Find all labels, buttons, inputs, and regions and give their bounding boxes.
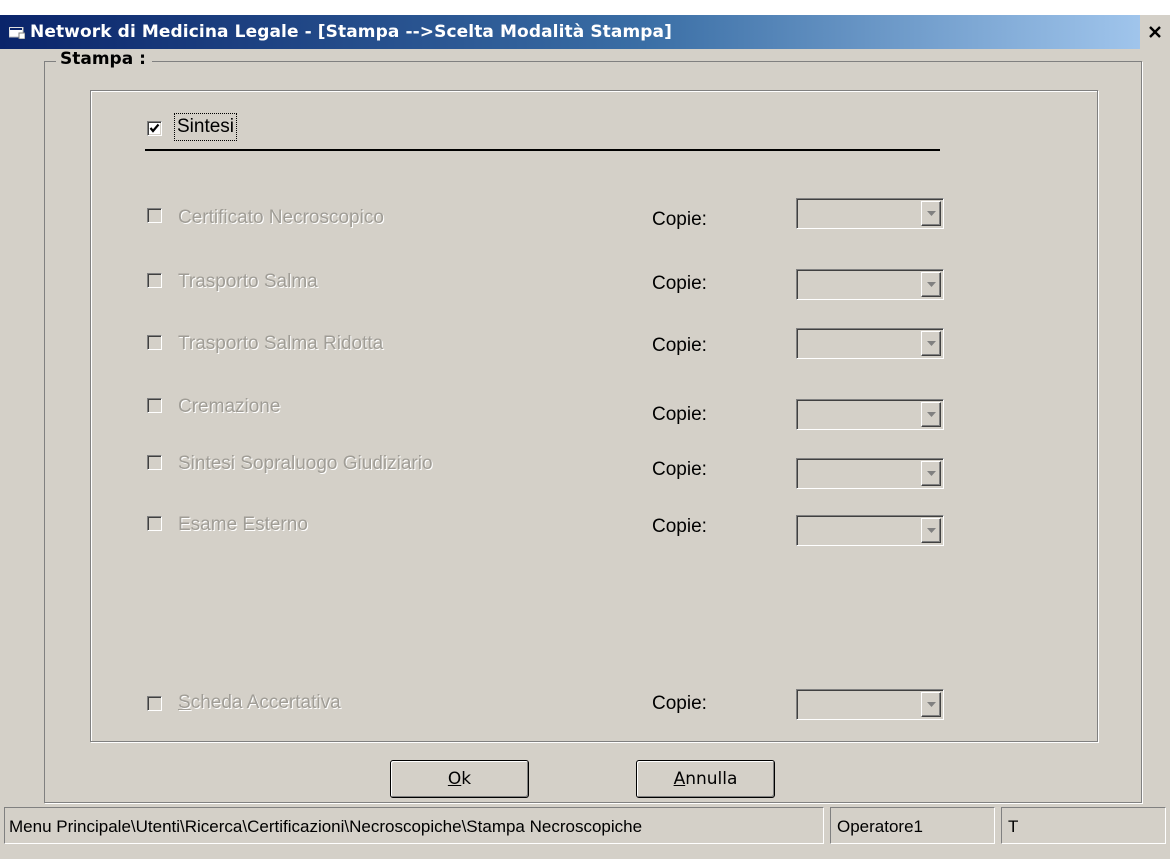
trasporto-salma-copie-select[interactable] — [796, 269, 944, 300]
cremazione-label: Cremazione — [178, 396, 281, 417]
status-user-panel: Operatore1 — [830, 807, 995, 844]
certificato-necroscopico-copie-select[interactable] — [796, 198, 944, 229]
cremazione-checkbox[interactable] — [147, 398, 162, 413]
copie-label: Copie: — [652, 335, 707, 356]
stampa-group-legend: Stampa : — [56, 49, 152, 69]
scheda-accertativa-label: Scheda Accertativa — [178, 692, 341, 714]
dropdown-button[interactable] — [921, 331, 941, 356]
ok-mnemonic: O — [447, 769, 462, 789]
certificato-necroscopico-label: Certificato Necroscopico — [178, 207, 384, 228]
dropdown-button[interactable] — [921, 402, 941, 427]
dropdown-arrow-icon — [927, 341, 936, 346]
sintesi-sopraluogo-giudiziario-label: Sintesi Sopraluogo Giudiziario — [178, 453, 433, 474]
ok-button[interactable]: Ok — [390, 760, 529, 798]
copie-label: Copie: — [652, 209, 707, 230]
sintesi-checkbox[interactable] — [147, 121, 162, 136]
sintesi-sopraluogo-copie-select[interactable] — [796, 458, 944, 489]
dropdown-arrow-icon — [927, 528, 936, 533]
esame-esterno-label: Esame Esterno — [178, 514, 308, 535]
sintesi-label[interactable]: Sintesi — [174, 113, 238, 141]
separator-line — [145, 149, 940, 151]
dropdown-button[interactable] — [921, 272, 941, 297]
scheda-accertativa-checkbox[interactable] — [147, 696, 162, 711]
dropdown-button[interactable] — [921, 461, 941, 486]
sintesi-label-text: Sintesi — [174, 113, 238, 141]
dropdown-arrow-icon — [927, 211, 936, 216]
esame-esterno-copie-select[interactable] — [796, 515, 944, 546]
title-bar[interactable]: Network di Medicina Legale - [Stampa -->… — [0, 15, 1170, 49]
close-icon — [1149, 26, 1161, 38]
annulla-button[interactable]: Annulla — [636, 760, 775, 798]
copie-label: Copie: — [652, 516, 707, 537]
copie-label: Copie: — [652, 693, 707, 714]
ok-rest: k — [461, 769, 472, 789]
copie-label: Copie: — [652, 273, 707, 294]
certificato-necroscopico-checkbox[interactable] — [147, 208, 162, 223]
cremazione-copie-select[interactable] — [796, 399, 944, 430]
window-title: Network di Medicina Legale - [Stampa -->… — [30, 22, 672, 42]
status-bar: Menu Principale\Utenti\Ricerca\Certifica… — [0, 807, 1170, 844]
trasporto-salma-checkbox[interactable] — [147, 273, 162, 288]
copie-label: Copie: — [652, 404, 707, 425]
trasporto-salma-ridotta-checkbox[interactable] — [147, 335, 162, 350]
checkmark-icon — [149, 123, 160, 133]
dropdown-button[interactable] — [921, 692, 941, 717]
trasporto-salma-ridotta-copie-select[interactable] — [796, 328, 944, 359]
trasporto-salma-ridotta-label: Trasporto Salma Ridotta — [178, 333, 384, 354]
annulla-rest: nnulla — [685, 769, 738, 789]
esame-esterno-checkbox[interactable] — [147, 516, 162, 531]
dropdown-arrow-icon — [927, 282, 936, 287]
trasporto-salma-label: Trasporto Salma — [178, 271, 318, 292]
dropdown-button[interactable] — [921, 201, 941, 226]
scheda-accertativa-copie-select[interactable] — [796, 689, 944, 720]
copie-label: Copie: — [652, 459, 707, 480]
sintesi-sopraluogo-giudiziario-checkbox[interactable] — [147, 455, 162, 470]
dropdown-arrow-icon — [927, 471, 936, 476]
dropdown-button[interactable] — [921, 518, 941, 543]
window-app-icon — [8, 26, 26, 40]
status-path-panel: Menu Principale\Utenti\Ricerca\Certifica… — [4, 807, 824, 844]
close-button[interactable] — [1140, 15, 1170, 49]
annulla-mnemonic: A — [673, 769, 686, 789]
scheda-accertativa-rest: cheda Accertativa — [190, 692, 341, 713]
dropdown-arrow-icon — [927, 412, 936, 417]
dropdown-arrow-icon — [927, 702, 936, 707]
scheda-accertativa-mnemonic: S — [178, 692, 191, 713]
status-extra-panel: T — [1001, 807, 1166, 844]
